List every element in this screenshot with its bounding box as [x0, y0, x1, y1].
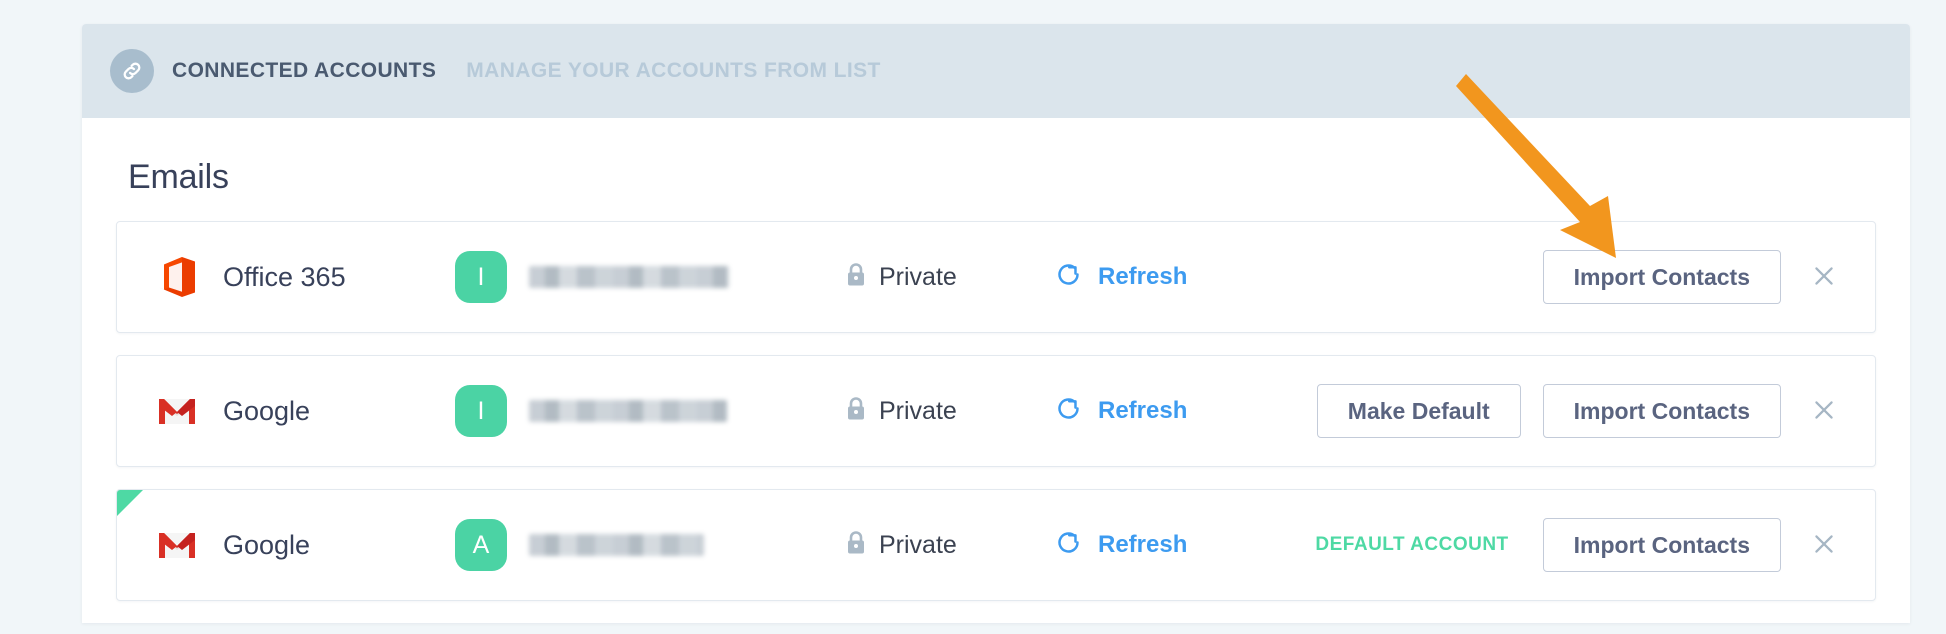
- account-email-redacted: [529, 400, 727, 422]
- close-icon: [1811, 263, 1837, 292]
- import-contacts-button[interactable]: Import Contacts: [1542, 384, 1781, 438]
- account-provider: Google: [155, 389, 455, 433]
- import-contacts-button[interactable]: Import Contacts: [1542, 250, 1781, 304]
- default-account-corner-marker: [117, 490, 143, 516]
- refresh-icon: [1055, 261, 1082, 293]
- close-icon: [1811, 397, 1837, 426]
- remove-account-button[interactable]: [1797, 250, 1851, 304]
- refresh-action[interactable]: Refresh: [1055, 261, 1265, 293]
- privacy-status: Private: [845, 396, 1055, 427]
- close-icon: [1811, 531, 1837, 560]
- account-identity: I: [455, 385, 845, 437]
- lock-icon: [845, 262, 867, 293]
- connected-accounts-card: CONNECTED ACCOUNTS MANAGE YOUR ACCOUNTS …: [82, 24, 1910, 623]
- provider-name: Google: [223, 529, 311, 560]
- screen: CONNECTED ACCOUNTS MANAGE YOUR ACCOUNTS …: [0, 0, 1946, 634]
- refresh-icon: [1055, 395, 1082, 427]
- refresh-label: Refresh: [1098, 397, 1188, 424]
- page-title: Emails: [128, 158, 229, 196]
- refresh-label: Refresh: [1098, 263, 1188, 290]
- make-default-button[interactable]: Make Default: [1316, 384, 1521, 438]
- privacy-status: Private: [845, 262, 1055, 293]
- remove-account-button[interactable]: [1797, 518, 1851, 572]
- card-header: CONNECTED ACCOUNTS MANAGE YOUR ACCOUNTS …: [82, 24, 1910, 118]
- card-header-title: CONNECTED ACCOUNTS: [172, 59, 437, 82]
- row-actions: Import Contacts: [1542, 250, 1851, 304]
- avatar: A: [455, 519, 507, 571]
- lock-icon: [845, 530, 867, 561]
- remove-account-button[interactable]: [1797, 384, 1851, 438]
- card-body: Emails Office 365 I Private Refresh Impo…: [82, 118, 1910, 623]
- account-email-redacted: [529, 534, 704, 556]
- refresh-icon: [1055, 529, 1082, 561]
- account-identity: A: [455, 519, 845, 571]
- card-header-subtitle: MANAGE YOUR ACCOUNTS FROM LIST: [466, 59, 881, 82]
- refresh-label: Refresh: [1098, 531, 1188, 558]
- privacy-status: Private: [845, 530, 1055, 561]
- privacy-label: Private: [879, 396, 957, 425]
- link-icon: [110, 49, 154, 93]
- avatar: I: [455, 251, 507, 303]
- account-provider: Office 365: [155, 255, 455, 299]
- account-identity: I: [455, 251, 845, 303]
- avatar: I: [455, 385, 507, 437]
- status-badge: DEFAULT ACCOUNT: [1315, 534, 1509, 555]
- table-row: Office 365 I Private Refresh Import Cont…: [116, 221, 1876, 333]
- provider-name: Office 365: [223, 261, 346, 292]
- provider-name: Google: [223, 395, 311, 426]
- table-row: Google I Private Refresh Make Default Im…: [116, 355, 1876, 467]
- row-actions: DEFAULT ACCOUNT Import Contacts: [1315, 518, 1851, 572]
- row-actions: Make Default Import Contacts: [1316, 384, 1851, 438]
- privacy-label: Private: [879, 530, 957, 559]
- table-row: Google A Private Refresh DEFAULT ACCOUNT…: [116, 489, 1876, 601]
- gmail-icon: [155, 523, 199, 567]
- account-provider: Google: [155, 523, 455, 567]
- import-contacts-button[interactable]: Import Contacts: [1542, 518, 1781, 572]
- refresh-action[interactable]: Refresh: [1055, 529, 1265, 561]
- gmail-icon: [155, 389, 199, 433]
- account-email-redacted: [529, 266, 729, 288]
- refresh-action[interactable]: Refresh: [1055, 395, 1265, 427]
- privacy-label: Private: [879, 262, 957, 291]
- office-365-icon: [155, 255, 199, 299]
- lock-icon: [845, 396, 867, 427]
